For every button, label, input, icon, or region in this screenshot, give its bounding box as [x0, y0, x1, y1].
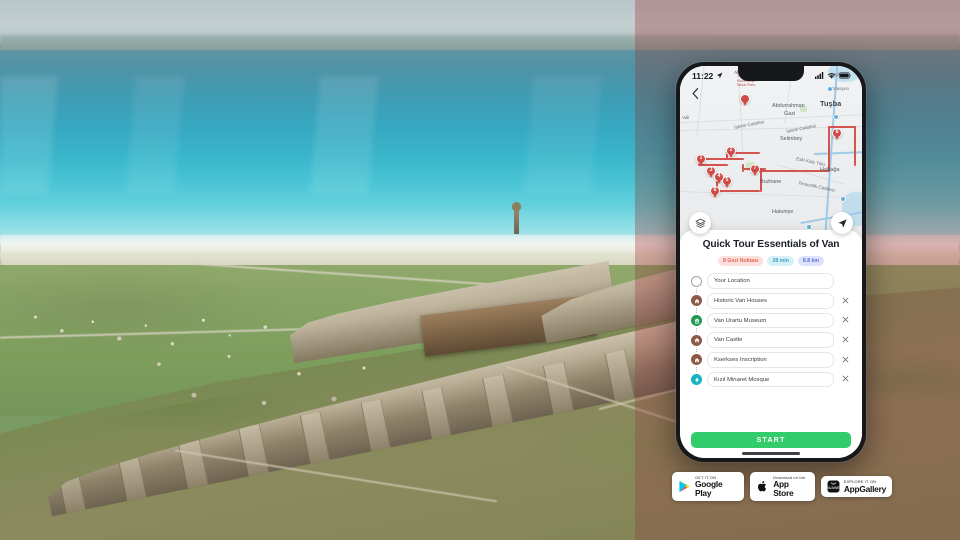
map-label: Halilağa: [820, 167, 840, 173]
tour-summary-chips: 8 Gezi Noktası 28 min 8.8 km: [691, 256, 851, 267]
map-pin-7[interactable]: 7: [750, 164, 760, 177]
battery-icon: [839, 72, 851, 79]
app-store-badge[interactable]: Download on the App Store: [750, 472, 815, 501]
map-pin-tail: [753, 172, 757, 176]
summary-chip: 28 min: [767, 256, 794, 267]
close-x-icon[interactable]: [839, 316, 851, 325]
stop-row[interactable]: Kızıl Minaret Mosque: [691, 371, 851, 388]
badge-big-text: AppGallery: [843, 483, 886, 494]
monument-icon: [691, 354, 702, 366]
map-label: Hatuniye: [772, 209, 794, 215]
circle-outline-icon: [691, 275, 702, 287]
stop-label: Kızıl Minaret Mosque: [714, 376, 770, 383]
stop-row[interactable]: Van Urartu Museum: [691, 312, 851, 339]
app-store-badges: GET IT ON Google Play Download on the Ap…: [672, 472, 892, 501]
chevron-left-icon: [692, 88, 699, 99]
map-recenter-button[interactable]: [831, 212, 853, 234]
close-x-icon[interactable]: [839, 297, 851, 306]
map-transit-dot: [833, 114, 839, 120]
svg-text:HUAWEI: HUAWEI: [827, 486, 840, 490]
mosque-icon: [691, 374, 702, 386]
map-pin-5[interactable]: 5: [722, 176, 732, 189]
badge-big-text: Google Play: [695, 479, 723, 498]
route-sheet: Quick Tour Essentials of Van 8 Gezi Nokt…: [680, 230, 862, 458]
stop-field[interactable]: Your Location: [707, 273, 834, 289]
map-notice-pin: [740, 94, 750, 107]
stop-row[interactable]: Your Location: [691, 273, 851, 300]
phone-mockup: 11:22 Madensuyu Tabiat Parkı Tuşba Abdur…: [676, 62, 866, 462]
close-x-icon[interactable]: [839, 356, 851, 365]
stop-field[interactable]: Van Castle: [707, 332, 834, 348]
appgallery-icon: HUAWEI: [827, 480, 840, 493]
route-map[interactable]: Van Kalesi veHöyüğü ileMadensuyuTabiat P…: [680, 66, 862, 242]
stop-label: Historic Van Houses: [714, 297, 767, 304]
phone-notch: [738, 66, 804, 81]
map-label: Tuşba: [820, 99, 842, 108]
stop-label: Your Location: [714, 278, 750, 285]
map-label: Buzhane: [760, 179, 782, 185]
map-label: İstasyon: [832, 86, 850, 91]
map-pin-tail: [725, 184, 729, 188]
stop-label: Van Castle: [714, 337, 743, 344]
map-label: Selimbey: [780, 136, 803, 142]
navigation-arrow-icon: [837, 218, 847, 228]
map-transit-dot: [827, 86, 833, 92]
map-pin-tail: [729, 154, 733, 158]
stop-field[interactable]: Historic Van Houses: [707, 293, 834, 309]
stop-row[interactable]: Historic Van Houses: [691, 293, 851, 320]
landmark-icon: [691, 295, 702, 307]
badge-big-text: App Store: [773, 479, 794, 498]
cellular-signal-icon: [815, 72, 824, 79]
close-x-icon[interactable]: [839, 375, 851, 384]
stop-field[interactable]: Van Urartu Museum: [707, 312, 834, 329]
map-pin-6[interactable]: 6: [710, 186, 720, 199]
stop-row[interactable]: Kserkses Inscription: [691, 352, 851, 379]
map-label: Vali: [682, 115, 690, 120]
map-layers-button[interactable]: [689, 212, 711, 234]
layers-icon: [695, 218, 705, 228]
castle-tower: [511, 201, 521, 234]
map-pin-2[interactable]: 2: [726, 146, 736, 159]
map-pin-tail: [713, 194, 717, 198]
home-indicator: [742, 452, 800, 455]
museum-icon: [691, 315, 702, 326]
stop-field[interactable]: Kserkses Inscription: [707, 352, 834, 368]
castle-icon: [691, 334, 702, 346]
stop-list[interactable]: Your Location Historic Van Houses Van Urar…: [691, 273, 851, 427]
google-play-badge[interactable]: GET IT ON Google Play: [672, 472, 745, 501]
close-x-icon[interactable]: [839, 336, 851, 345]
map-pin-1[interactable]: 1: [696, 154, 706, 167]
map-pin-8[interactable]: 8: [832, 128, 842, 141]
stop-label: Kserkses Inscription: [714, 356, 767, 363]
map-transit-dot: [840, 196, 846, 202]
map-label: Abdurrahman: [772, 103, 805, 109]
summary-chip: 8 Gezi Noktası: [717, 256, 764, 267]
map-pin-tail: [717, 180, 721, 184]
google-play-icon: [679, 480, 690, 492]
map-pin-tail: [699, 162, 703, 166]
location-arrow-icon: [716, 72, 723, 79]
stop-label: Van Urartu Museum: [714, 317, 767, 324]
map-pin-tail: [709, 174, 713, 178]
stop-row[interactable]: Van Castle: [691, 332, 851, 359]
wifi-icon: [827, 73, 836, 79]
appgallery-badge[interactable]: HUAWEI EXPLORE IT ON AppGallery: [820, 476, 892, 497]
map-label: Gazi: [784, 111, 796, 117]
map-pin-tail: [835, 136, 839, 140]
phone-screen: 11:22 Madensuyu Tabiat Parkı Tuşba Abdur…: [680, 66, 862, 458]
stop-field[interactable]: Kızıl Minaret Mosque: [707, 371, 834, 388]
status-time: 11:22: [692, 70, 714, 81]
apple-icon: [758, 480, 767, 492]
back-button[interactable]: [688, 86, 703, 101]
sheet-title: Quick Tour Essentials of Van: [702, 239, 840, 250]
summary-chip: 8.8 km: [797, 256, 825, 267]
start-button[interactable]: START: [691, 431, 851, 448]
